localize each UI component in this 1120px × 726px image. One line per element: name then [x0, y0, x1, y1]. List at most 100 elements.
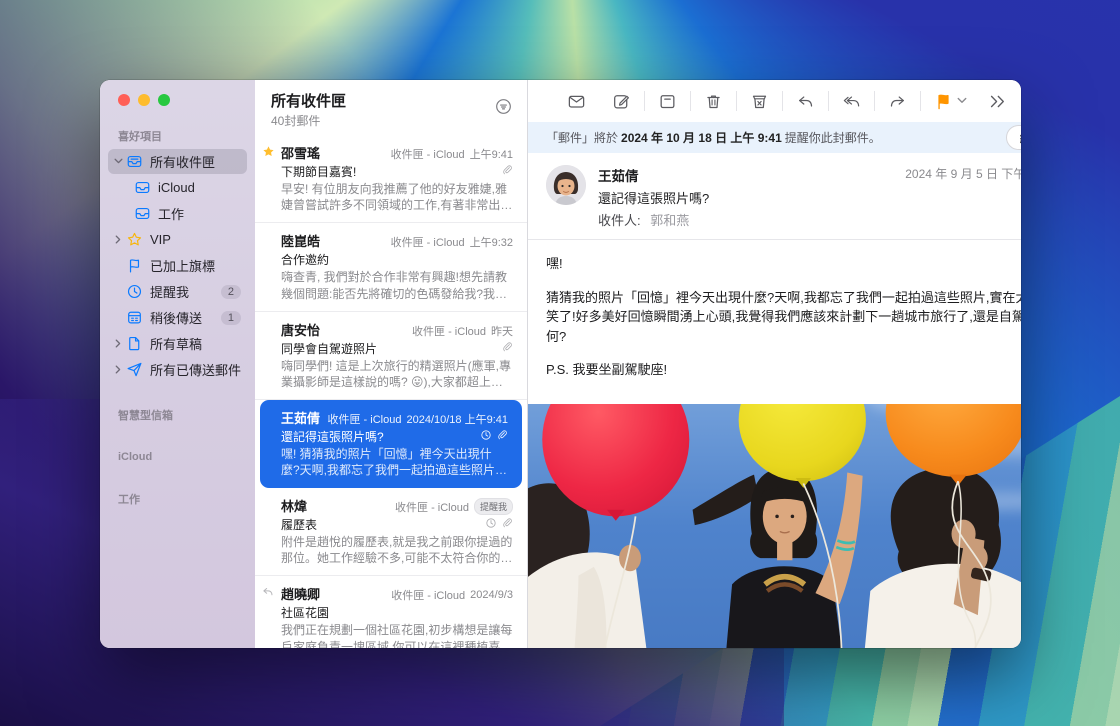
email-time: 2024/9/3: [470, 589, 513, 601]
body-paragraph: 嘿!: [546, 254, 1021, 274]
get-mail-icon[interactable]: [554, 92, 599, 111]
email-sender: 唐安怡: [281, 320, 320, 339]
email-time: 2024/10/18 上午9:41: [406, 411, 508, 427]
email-mailbox: 收件匣 - iCloud: [328, 411, 402, 427]
list-item[interactable]: 邵雪瑤 收件匣 - iCloud上午9:41 下期節目嘉賓! 早安! 有位朋友向…: [255, 135, 527, 223]
sidebar-item-all-sent[interactable]: 所有已傳送郵件: [108, 357, 247, 382]
message-list-header: 所有收件匣 40封郵件: [255, 80, 527, 135]
reply-icon[interactable]: [783, 92, 828, 111]
inbox-tray-icon: [133, 205, 151, 223]
sidebar-item-label: VIP: [150, 232, 243, 247]
chevron-right-icon[interactable]: [112, 235, 124, 244]
paperclip-icon: [501, 341, 513, 356]
sidebar-item-flagged[interactable]: 已加上旗標: [108, 253, 247, 278]
inbox-tray-icon: [133, 179, 151, 197]
sidebar-item-label: 所有草稿: [150, 334, 243, 353]
sidebar-item-icloud-inbox[interactable]: iCloud: [128, 175, 247, 200]
email-subject: 還記得這張照片嗎?: [281, 428, 480, 445]
clock-icon: [125, 283, 143, 301]
vip-star-icon: [125, 231, 143, 249]
list-item-selected[interactable]: 王茹倩 收件匣 - iCloud2024/10/18 上午9:41 還記得這張照…: [260, 400, 522, 487]
replied-arrow-icon: [262, 586, 278, 602]
chevron-right-icon[interactable]: [112, 339, 124, 348]
email-preview: 嗨同學們! 這是上次旅行的精選照片(應軍,專業攝影師是這樣說的嗎? 😛),大家都…: [281, 358, 513, 390]
chevron-down-icon[interactable]: [112, 157, 124, 166]
list-item[interactable]: 唐安怡 收件匣 - iCloud昨天 同學會自駕遊照片 嗨同學們! 這是上次旅行…: [255, 312, 527, 400]
icloud-section-label[interactable]: iCloud: [100, 427, 255, 467]
close-window-button[interactable]: [118, 94, 130, 106]
recipient-name[interactable]: 郭和燕: [650, 213, 689, 228]
message-list: 所有收件匣 40封郵件 邵雪瑤 收件匣 - iCloud上午9:41 下期節目嘉…: [255, 80, 528, 648]
email-sender: 王茹倩: [281, 408, 320, 427]
minimize-window-button[interactable]: [138, 94, 150, 106]
sent-icon: [125, 361, 143, 379]
sidebar-item-label: 稍後傳送: [150, 308, 221, 327]
email-subject: 同學會自駕遊照片: [281, 340, 501, 357]
remind-clock-icon: [480, 429, 492, 444]
sender-avatar[interactable]: [546, 165, 586, 205]
star-icon: [262, 145, 278, 161]
mailbox-title: 所有收件匣: [271, 93, 494, 111]
sidebar-item-vip[interactable]: VIP: [108, 227, 247, 252]
email-preview: 嗨查青, 我們對於合作非常有興趣!想先請教幾個問題:能否先將確切的色碼發給我?我…: [281, 269, 513, 301]
message-date: 2024 年 9 月 5 日 下午 7:42: [905, 165, 1021, 182]
reply-all-icon[interactable]: [829, 92, 874, 111]
smart-mailboxes-section-label[interactable]: 智慧型信箱: [100, 383, 255, 427]
sidebar-item-work-inbox[interactable]: 工作: [128, 201, 247, 226]
email-mailbox: 收件匣 - iCloud: [391, 587, 465, 603]
zoom-window-button[interactable]: [158, 94, 170, 106]
email-mailbox: 收件匣 - iCloud: [391, 146, 465, 162]
email-mailbox: 收件匣 - iCloud: [412, 323, 486, 339]
paperclip-icon: [501, 517, 513, 532]
attachment-photo[interactable]: [528, 404, 1021, 649]
chevron-down-icon[interactable]: [957, 96, 975, 106]
reminder-text-prefix: 「郵件」將於: [546, 129, 618, 146]
message-header: 王茹倩 還記得這張照片嗎? 收件人: 郭和燕 2024 年 9 月 5 日 下午…: [528, 153, 1021, 240]
email-sender: 林煒: [281, 496, 307, 515]
email-preview: 嘿! 猜猜我的照片「回憶」裡今天出現什麼?天啊,我都忘了我們一起拍過這些照片,實…: [281, 446, 508, 478]
message-sender: 王茹倩: [598, 165, 893, 185]
reminder-banner: 「郵件」將於 2024 年 10 月 18 日 上午 9:41 提醒你此封郵件。…: [528, 122, 1021, 153]
email-subject: 合作邀約: [281, 251, 513, 268]
remind-me-badge: 提醒我: [474, 498, 513, 515]
search-icon[interactable]: [1020, 92, 1021, 111]
flag-icon: [125, 257, 143, 275]
paperclip-icon: [496, 429, 508, 444]
email-sender: 陸崑皓: [281, 231, 320, 250]
work-section-label[interactable]: 工作: [100, 467, 255, 511]
sidebar-item-all-inboxes[interactable]: 所有收件匣: [108, 149, 247, 174]
sidebar-item-send-later[interactable]: 稍後傳送 1: [108, 305, 247, 330]
trash-icon[interactable]: [691, 92, 736, 111]
list-item[interactable]: 陸崑皓 收件匣 - iCloud上午9:32 合作邀約 嗨查青, 我們對於合作非…: [255, 223, 527, 311]
more-chevrons-icon[interactable]: [975, 92, 1020, 111]
edit-reminder-button[interactable]: 編輯: [1006, 125, 1021, 150]
body-paragraph: P.S. 我要坐副駕駛座!: [546, 360, 1021, 380]
sidebar-item-all-drafts[interactable]: 所有草稿: [108, 331, 247, 356]
sidebar-item-label: 已加上旗標: [150, 256, 243, 275]
message-body: 嘿! 猜猜我的照片「回憶」裡今天出現什麼?天啊,我都忘了我們一起拍過這些照片,實…: [528, 240, 1021, 404]
sidebar-item-remind-me[interactable]: 提醒我 2: [108, 279, 247, 304]
junk-icon[interactable]: [737, 92, 782, 111]
paperclip-icon: [501, 164, 513, 179]
email-subject: 履歷表: [281, 516, 485, 533]
email-preview: 附件是趙悅的履歷表,就是我之前跟你提過的那位。她工作經驗不多,可能不太符合你的要…: [281, 534, 513, 566]
email-subject: 社區花園: [281, 604, 513, 621]
mail-window: 喜好項目 所有收件匣 iCloud 工作 VIP 已加上旗標 提醒我: [100, 80, 1021, 648]
archive-icon[interactable]: [645, 92, 690, 111]
sidebar-item-label: 所有收件匣: [150, 152, 243, 171]
to-label: 收件人:: [598, 213, 641, 228]
list-item[interactable]: 林煒 收件匣 - iCloud提醒我 履歷表 附件是趙悅的履歷表,就是我之前跟你…: [255, 488, 527, 577]
forward-icon[interactable]: [875, 92, 920, 111]
message-rows: 邵雪瑤 收件匣 - iCloud上午9:41 下期節目嘉賓! 早安! 有位朋友向…: [255, 135, 527, 648]
sidebar-item-label: 提醒我: [150, 282, 221, 301]
compose-icon[interactable]: [599, 92, 644, 111]
send-later-icon: [125, 309, 143, 327]
filter-icon[interactable]: [494, 97, 513, 121]
chevron-right-icon[interactable]: [112, 365, 124, 374]
favorites-section-label: 喜好項目: [100, 106, 255, 148]
email-preview: 我們正在規劃一個社區花園,初步構想是讓每戶家庭負責一塊區域,你可以在這裡種植喜愛…: [281, 622, 513, 648]
reminder-text-suffix: 提醒你此封郵件。: [785, 129, 881, 146]
list-item[interactable]: 趙曉卿 收件匣 - iCloud2024/9/3 社區花園 我們正在規劃一個社區…: [255, 576, 527, 648]
reminder-date: 2024 年 10 月 18 日 上午 9:41: [621, 129, 782, 146]
flag-icon[interactable]: [921, 92, 957, 111]
